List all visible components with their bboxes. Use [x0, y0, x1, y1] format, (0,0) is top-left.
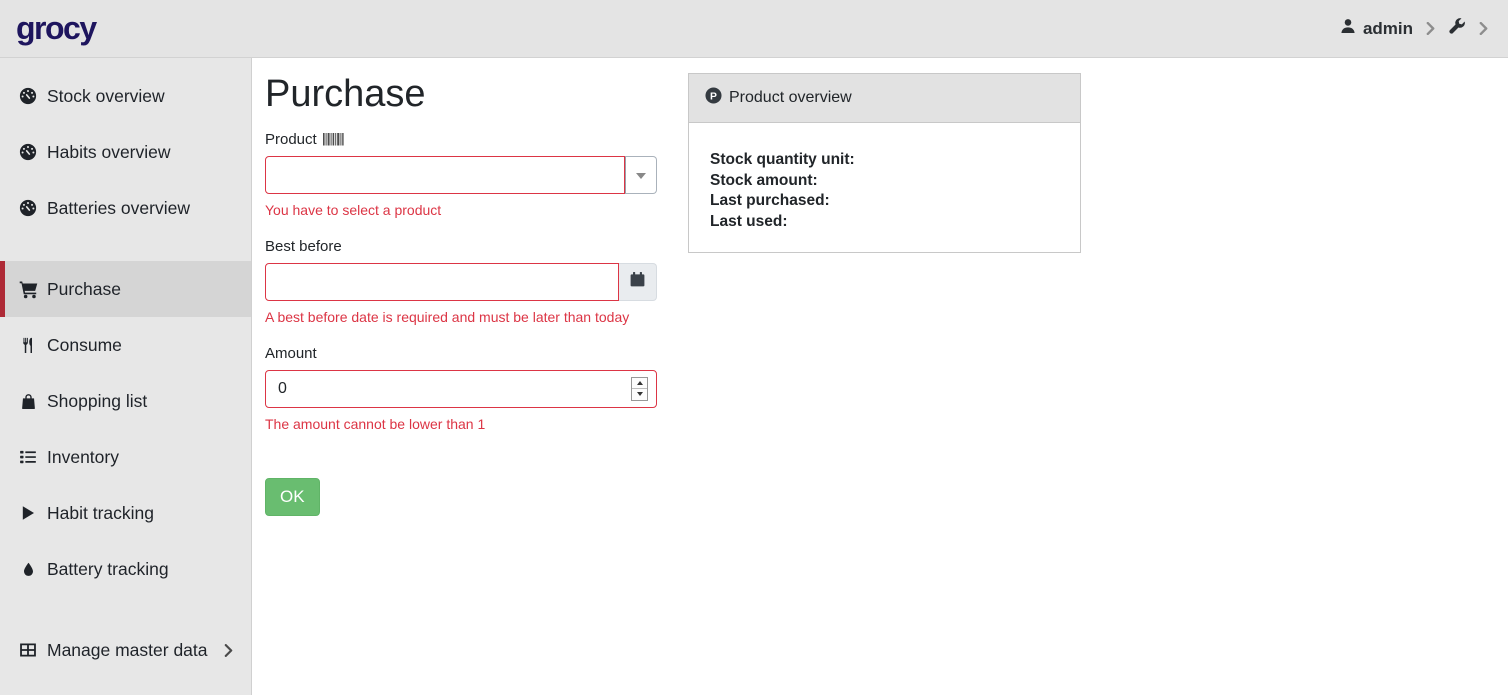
product-dropdown-button[interactable]	[625, 156, 657, 194]
amount-stepper[interactable]	[631, 377, 648, 401]
svg-text:P: P	[710, 91, 717, 102]
page-title: Purchase	[265, 72, 657, 118]
chevron-right-icon	[1479, 22, 1488, 35]
chevron-right-icon	[224, 644, 233, 657]
best-before-form-group: Best before A best before date is requir…	[265, 238, 657, 325]
product-label: Product	[265, 131, 657, 148]
product-input[interactable]	[265, 156, 625, 194]
sidebar-item-label: Stock overview	[47, 86, 165, 107]
list-icon	[18, 448, 38, 466]
sidebar-item-stock-overview[interactable]: Stock overview	[0, 68, 251, 124]
sidebar-item-shopping-list[interactable]: Shopping list	[0, 373, 251, 429]
ok-button[interactable]: OK	[265, 478, 320, 516]
barcode-icon	[323, 132, 344, 147]
product-overview-title: Product overview	[729, 89, 852, 107]
best-before-error-text: A best before date is required and must …	[265, 309, 657, 325]
sidebar-item-label: Habits overview	[47, 142, 171, 163]
sidebar-item-label: Consume	[47, 335, 122, 356]
sidebar-item-batteries-overview[interactable]: Batteries overview	[0, 180, 251, 236]
sidebar-item-label: Manage master data	[47, 640, 208, 661]
best-before-label: Best before	[265, 238, 657, 255]
utensils-icon	[18, 337, 38, 354]
sidebar-item-inventory[interactable]: Inventory	[0, 429, 251, 485]
user-menu[interactable]: admin	[1340, 18, 1413, 39]
user-name-label: admin	[1363, 19, 1413, 39]
drop-icon	[18, 561, 38, 578]
product-form-group: Product You have to select a product	[265, 131, 657, 218]
product-error-text: You have to select a product	[265, 202, 657, 218]
play-icon	[18, 505, 38, 521]
sidebar-item-purchase[interactable]: Purchase	[0, 261, 251, 317]
sidebar-item-battery-tracking[interactable]: Battery tracking	[0, 541, 251, 597]
gauge-icon	[18, 87, 38, 105]
gauge-icon	[18, 199, 38, 217]
cart-icon	[18, 280, 38, 299]
field-stock-quantity-unit: Stock quantity unit:	[710, 150, 1064, 171]
gauge-icon	[18, 143, 38, 161]
caret-down-icon	[636, 166, 646, 184]
app-logo[interactable]: grocy	[16, 10, 96, 47]
sidebar-item-habit-tracking[interactable]: Habit tracking	[0, 485, 251, 541]
calendar-button[interactable]	[619, 263, 657, 301]
amount-label: Amount	[265, 345, 657, 362]
settings-menu[interactable]	[1448, 17, 1466, 40]
circle-p-icon: P	[705, 87, 722, 109]
sidebar-item-consume[interactable]: Consume	[0, 317, 251, 373]
amount-input[interactable]	[265, 370, 657, 408]
wrench-icon	[1448, 17, 1466, 40]
top-navbar: grocy admin	[0, 0, 1508, 58]
stepper-up-icon[interactable]	[632, 378, 647, 389]
calendar-icon	[629, 271, 646, 293]
product-overview-card: P Product overview Stock quantity unit: …	[688, 73, 1081, 253]
sidebar-item-label: Purchase	[47, 279, 121, 300]
main-content: Purchase Product You h	[252, 58, 1508, 695]
sidebar-item-label: Batteries overview	[47, 198, 190, 219]
best-before-input[interactable]	[265, 263, 619, 301]
field-stock-amount: Stock amount:	[710, 171, 1064, 192]
sidebar-item-habits-overview[interactable]: Habits overview	[0, 124, 251, 180]
field-last-purchased: Last purchased:	[710, 191, 1064, 212]
shopping-bag-icon	[18, 393, 38, 410]
sidebar-item-label: Shopping list	[47, 391, 147, 412]
amount-error-text: The amount cannot be lower than 1	[265, 416, 657, 432]
amount-form-group: Amount The amount cannot be lower than 1	[265, 345, 657, 432]
sidebar-item-manage-master-data[interactable]: Manage master data	[0, 622, 251, 678]
product-overview-body: Stock quantity unit: Stock amount: Last …	[689, 123, 1080, 252]
field-last-used: Last used:	[710, 212, 1064, 233]
chevron-right-icon	[1426, 22, 1435, 35]
product-overview-header: P Product overview	[689, 74, 1080, 123]
sidebar-item-label: Battery tracking	[47, 559, 169, 580]
table-icon	[18, 641, 38, 659]
sidebar-item-label: Habit tracking	[47, 503, 154, 524]
navbar-right: admin	[1340, 17, 1488, 40]
user-icon	[1340, 18, 1356, 39]
sidebar-nav: Stock overview Habits overview Batteries…	[0, 58, 252, 695]
sidebar-item-label: Inventory	[47, 447, 119, 468]
stepper-down-icon[interactable]	[632, 388, 647, 400]
